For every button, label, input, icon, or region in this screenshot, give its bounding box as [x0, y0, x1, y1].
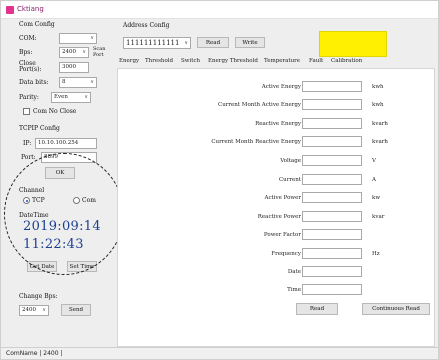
status-bps: 2400	[43, 350, 59, 357]
com-no-close-checkbox[interactable]	[23, 108, 30, 115]
change-bps-title: Change Bps:	[19, 293, 58, 300]
send-button[interactable]: Send	[61, 304, 91, 316]
tcpip-config-title: TCPIP Config	[19, 125, 60, 132]
row-label: Date	[287, 269, 301, 275]
close-port-input[interactable]: 3000	[59, 62, 89, 73]
active-energy-field[interactable]	[302, 81, 362, 92]
row-label: Active Power	[264, 195, 301, 201]
time-field[interactable]	[302, 284, 362, 295]
status-bar: ComName | 2400 |	[1, 347, 438, 359]
tab-energy[interactable]: Energy	[119, 58, 139, 64]
data-bits-label: Data bits:	[19, 79, 49, 86]
right-panel: Address Config 111111111111 Read Write E…	[117, 21, 435, 347]
tab-energy-threshold[interactable]: Energy Threshold	[208, 58, 258, 64]
com-select[interactable]	[59, 33, 97, 44]
energy-tab-panel: Active Energy kwh Current Month Active E…	[117, 68, 435, 347]
reactive-power-field[interactable]	[302, 211, 362, 222]
data-bits-select[interactable]: 8	[59, 77, 97, 88]
row-label: Time	[287, 287, 301, 293]
row-label: Current	[278, 177, 301, 183]
month-active-energy-field[interactable]	[302, 99, 362, 110]
date-field[interactable]	[302, 266, 362, 277]
com-config-title: Com Config	[19, 21, 55, 28]
current-field[interactable]	[302, 174, 362, 185]
tab-temperature[interactable]: Temperature	[264, 58, 300, 64]
address-config-title: Address Config	[123, 22, 170, 29]
row-label: Active Energy	[261, 84, 301, 90]
com-no-close-label: Com No Close	[33, 108, 77, 115]
energy-read-button[interactable]: Read	[296, 303, 338, 315]
row-label: Voltage	[280, 158, 301, 164]
continuous-read-button[interactable]: Continuous Read	[362, 303, 430, 315]
row-label: Current Month Active Energy	[218, 102, 301, 108]
row-unit: kvarh	[372, 139, 388, 145]
scan-port-button[interactable]: Scan Port	[93, 46, 109, 58]
close-port-label: Close Port(s):	[19, 60, 42, 73]
row-unit: A	[372, 177, 376, 183]
bps-select[interactable]: 2400	[59, 47, 89, 58]
row-label: Reactive Power	[257, 214, 301, 220]
status-indicator	[319, 31, 387, 57]
bps-label: Bps:	[19, 49, 33, 56]
app-logo-icon	[6, 6, 14, 14]
com-label: COM:	[19, 35, 37, 42]
title-bar: Cktiang	[1, 1, 438, 19]
tab-threshold[interactable]: Threshold	[145, 58, 173, 64]
ip-input[interactable]: 10.10.100.254	[35, 138, 97, 149]
change-bps-select[interactable]: 2400	[19, 305, 49, 316]
address-select[interactable]: 111111111111	[123, 37, 191, 49]
app-window: Cktiang Com Config COM: Bps: 2400 Scan P…	[0, 0, 439, 360]
row-unit: kvar	[372, 214, 385, 220]
highlight-annotation	[4, 153, 124, 275]
ip-label: IP:	[23, 140, 32, 147]
row-unit: Hz	[372, 251, 380, 257]
voltage-field[interactable]	[302, 155, 362, 166]
tab-strip: Energy Threshold Switch Energy Threshold…	[117, 58, 435, 68]
row-label: Reactive Energy	[255, 121, 301, 127]
tab-fault[interactable]: Fault	[309, 58, 323, 64]
frequency-field[interactable]	[302, 248, 362, 259]
status-port-name: ComName	[6, 350, 38, 357]
row-unit: kwh	[372, 84, 384, 90]
parity-select[interactable]: Even	[51, 92, 91, 103]
row-label: Current Month Reactive Energy	[211, 139, 301, 145]
active-power-field[interactable]	[302, 192, 362, 203]
reactive-energy-field[interactable]	[302, 118, 362, 129]
row-unit: kvarh	[372, 121, 388, 127]
power-factor-field[interactable]	[302, 229, 362, 240]
row-unit: kwh	[372, 102, 384, 108]
tab-switch[interactable]: Switch	[181, 58, 200, 64]
month-reactive-energy-field[interactable]	[302, 136, 362, 147]
address-read-button[interactable]: Read	[197, 37, 229, 48]
row-unit: V	[372, 158, 376, 164]
status-separator: |	[60, 350, 63, 357]
address-write-button[interactable]: Write	[235, 37, 265, 48]
row-label: Frequency	[271, 251, 301, 257]
row-unit: kw	[372, 195, 381, 201]
app-title: Cktiang	[17, 5, 44, 13]
tab-calibration[interactable]: Calibration	[331, 58, 362, 64]
parity-label: Parity:	[19, 94, 39, 101]
row-label: Power Factor	[263, 232, 301, 238]
